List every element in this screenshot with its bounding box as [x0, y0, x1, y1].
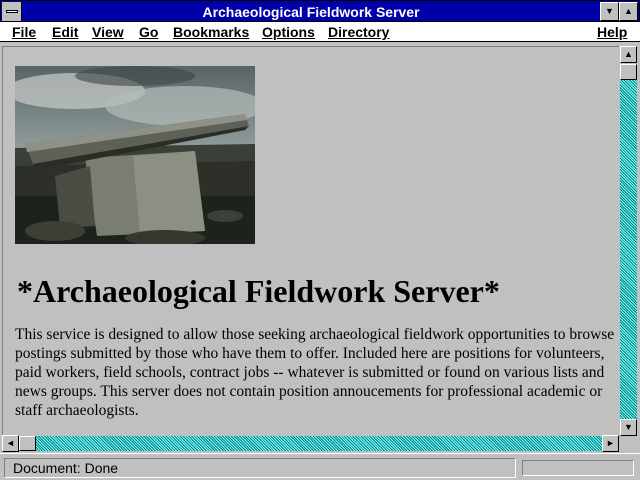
scroll-up-button[interactable]: ▲	[620, 46, 637, 63]
page-description: This service is designed to allow those …	[15, 326, 615, 419]
status-text: Document: Done	[4, 458, 516, 478]
menu-help[interactable]: Help	[597, 23, 627, 41]
system-menu-icon	[6, 10, 18, 13]
menu-edit[interactable]: Edit	[52, 23, 78, 41]
window-title: Archaeological Fieldwork Server	[202, 4, 420, 20]
up-triangle-icon: ▲	[624, 6, 633, 16]
page-content: *Archaeological Fieldwork Server* This s…	[2, 46, 619, 435]
menu-bookmarks[interactable]: Bookmarks	[173, 23, 249, 41]
menu-view[interactable]: View	[92, 23, 124, 41]
left-arrow-icon: ◄	[6, 438, 15, 448]
menu-bar: File Edit View Go Bookmarks Options Dire…	[0, 22, 640, 42]
status-bar: Document: Done	[0, 453, 640, 480]
down-triangle-icon: ▼	[605, 6, 614, 16]
scroll-down-button[interactable]: ▼	[620, 419, 637, 436]
menu-file[interactable]: File	[12, 23, 36, 41]
vertical-scroll-track[interactable]	[620, 64, 637, 419]
menu-go[interactable]: Go	[139, 23, 158, 41]
menu-options[interactable]: Options	[262, 23, 315, 41]
page-title: *Archaeological Fieldwork Server*	[17, 273, 500, 309]
minimize-button[interactable]: ▼	[600, 2, 619, 21]
vertical-scrollbar[interactable]: ▲ ▼	[619, 46, 638, 436]
horizontal-scroll-thumb[interactable]	[19, 436, 36, 451]
vertical-scroll-thumb[interactable]	[620, 64, 637, 80]
scroll-left-button[interactable]: ◄	[2, 435, 19, 452]
menu-directory[interactable]: Directory	[328, 23, 389, 41]
right-arrow-icon: ►	[606, 438, 615, 448]
system-menu-button[interactable]	[2, 2, 22, 21]
up-arrow-icon: ▲	[624, 49, 633, 59]
scroll-right-button[interactable]: ►	[602, 435, 619, 452]
maximize-button[interactable]: ▲	[619, 2, 638, 21]
horizontal-scrollbar[interactable]: ◄ ►	[2, 435, 619, 452]
down-arrow-icon: ▼	[624, 422, 633, 432]
dolmen-photo	[15, 66, 255, 244]
horizontal-scroll-track[interactable]	[19, 436, 602, 451]
title-bar: Archaeological Fieldwork Server ▼ ▲	[0, 0, 640, 22]
progress-indicator	[522, 460, 634, 476]
